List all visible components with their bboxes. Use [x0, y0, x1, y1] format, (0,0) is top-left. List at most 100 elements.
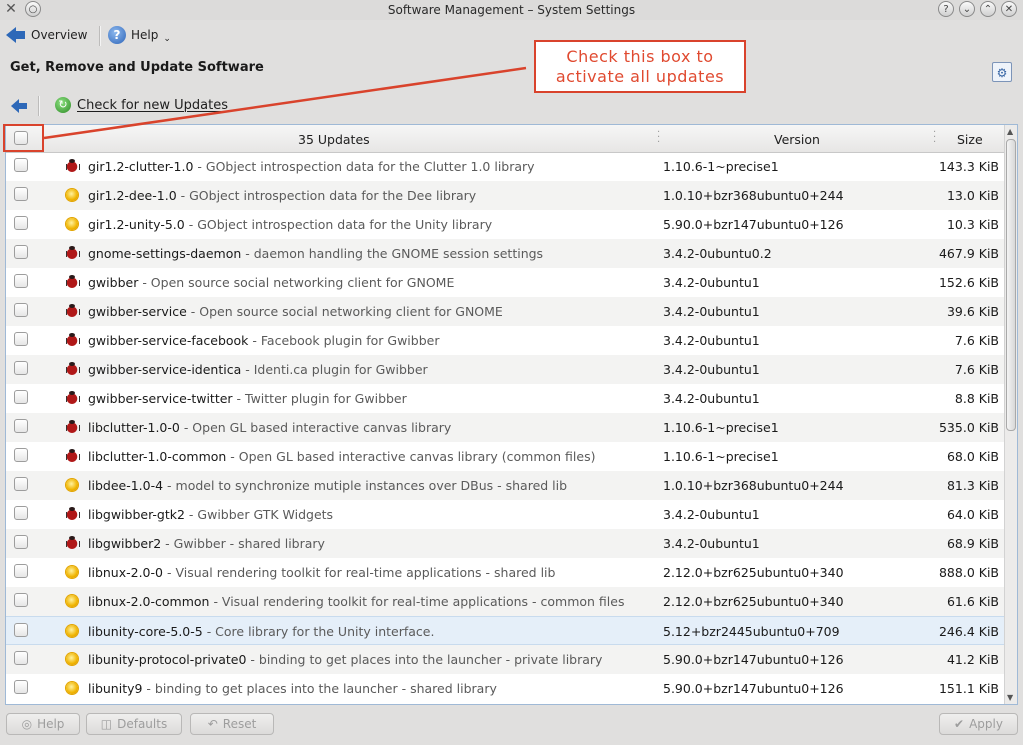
table-row[interactable]: gir1.2-unity-5.0 - GObject introspection… [6, 210, 1006, 239]
row-checkbox[interactable] [14, 303, 28, 317]
header-version[interactable]: Version [774, 132, 820, 147]
package-size: 467.9 KiB [938, 246, 999, 261]
package-size: 68.9 KiB [946, 536, 999, 551]
window-help-button[interactable]: ? [938, 1, 954, 17]
row-checkbox[interactable] [14, 506, 28, 520]
package-version: 1.10.6-1~precise1 [663, 420, 779, 435]
annotation-line-1: Check this box to [566, 47, 714, 66]
table-row[interactable]: gwibber-service-identica - Identi.ca plu… [6, 355, 1006, 384]
table-row[interactable]: libnux-2.0-common - Visual rendering too… [6, 587, 1006, 616]
row-checkbox[interactable] [14, 361, 28, 375]
table-row[interactable]: libnux-2.0-0 - Visual rendering toolkit … [6, 558, 1006, 587]
row-checkbox[interactable] [14, 680, 28, 694]
table-row[interactable]: gwibber - Open source social networking … [6, 268, 1006, 297]
row-checkbox[interactable] [14, 448, 28, 462]
package-name: gwibber-service [88, 304, 187, 319]
scroll-up-icon[interactable]: ▲ [1007, 127, 1013, 136]
help-menu-button[interactable]: ? Help ⌄ [108, 24, 171, 46]
row-checkbox[interactable] [14, 623, 28, 637]
table-row[interactable]: gir1.2-clutter-1.0 - GObject introspecti… [6, 152, 1006, 181]
package-size: 39.6 KiB [946, 304, 999, 319]
annotation-highlight-box [3, 124, 44, 152]
help-center-icon[interactable]: ⚙ [992, 62, 1012, 82]
header-updates-count[interactable]: 35 Updates [298, 132, 370, 147]
normal-update-icon [66, 682, 78, 694]
table-row[interactable]: libunity-protocol-private0 - binding to … [6, 645, 1006, 674]
reset-button[interactable]: ↶ Reset [190, 713, 274, 735]
window-close-button[interactable]: ✕ [1001, 1, 1017, 17]
package-description: - Open source social networking client f… [138, 275, 455, 290]
package-size: 7.6 KiB [954, 362, 999, 377]
normal-update-icon [66, 566, 78, 578]
window-minimize-button[interactable]: ⌄ [959, 1, 975, 17]
overview-button[interactable]: Overview [6, 24, 88, 46]
package-size: 152.6 KiB [938, 275, 999, 290]
package-name: libnux-2.0-common [88, 594, 210, 609]
table-row[interactable]: gir1.2-dee-1.0 - GObject introspection d… [6, 181, 1006, 210]
package-name: libnux-2.0-0 [88, 565, 163, 580]
package-size: 41.2 KiB [946, 652, 999, 667]
normal-update-icon [66, 189, 78, 201]
scroll-down-icon[interactable]: ▼ [1007, 693, 1013, 702]
row-checkbox[interactable] [14, 651, 28, 665]
table-row[interactable]: libdee-1.0-4 - model to synchronize muti… [6, 471, 1006, 500]
check-updates-label: Check for new Updates [77, 97, 228, 113]
row-checkbox[interactable] [14, 593, 28, 607]
row-checkbox[interactable] [14, 274, 28, 288]
bugfix-update-icon [65, 362, 80, 376]
row-checkbox[interactable] [14, 187, 28, 201]
table-row[interactable]: gwibber-service - Open source social net… [6, 297, 1006, 326]
normal-update-icon [66, 479, 78, 491]
row-checkbox[interactable] [14, 564, 28, 578]
row-checkbox[interactable] [14, 332, 28, 346]
package-cell: libnux-2.0-common - Visual rendering too… [88, 594, 624, 609]
package-version: 3.4.2-0ubuntu1 [663, 304, 760, 319]
row-checkbox[interactable] [14, 477, 28, 491]
column-resize-handle[interactable]: · · · [933, 128, 936, 148]
package-cell: libgwibber2 - Gwibber - shared library [88, 536, 325, 551]
package-size: 888.0 KiB [938, 565, 999, 580]
bugfix-update-icon [65, 391, 80, 405]
table-row[interactable]: libgwibber2 - Gwibber - shared library 3.… [6, 529, 1006, 558]
table-row[interactable]: gwibber-service-facebook - Facebook plug… [6, 326, 1006, 355]
table-row[interactable]: gwibber-service-twitter - Twitter plugin… [6, 384, 1006, 413]
table-row[interactable]: gnome-settings-daemon - daemon handling … [6, 239, 1006, 268]
column-resize-handle[interactable]: · · · [657, 128, 660, 148]
row-checkbox[interactable] [14, 390, 28, 404]
defaults-button[interactable]: ◫ Defaults [86, 713, 182, 735]
package-description: - Open GL based interactive canvas libra… [179, 420, 452, 435]
package-version: 2.12.0+bzr625ubuntu0+340 [663, 565, 844, 580]
package-cell: gnome-settings-daemon - daemon handling … [88, 246, 543, 261]
row-checkbox[interactable] [14, 535, 28, 549]
back-button[interactable] [11, 99, 27, 113]
row-checkbox[interactable] [14, 216, 28, 230]
updates-list: 35 Updates · · · Version · · · Size gir1.2-c… [5, 124, 1018, 705]
overview-label: Overview [31, 28, 88, 42]
package-description: - Open GL based interactive canvas libra… [226, 449, 596, 464]
apply-button[interactable]: ✔ Apply [939, 713, 1018, 735]
table-row[interactable]: libclutter-1.0-common - Open GL based in… [6, 442, 1006, 471]
package-cell: gwibber-service - Open source social net… [88, 304, 503, 319]
row-checkbox[interactable] [14, 419, 28, 433]
table-row[interactable]: libgwibber-gtk2 - Gwibber GTK Widgets 3.4… [6, 500, 1006, 529]
scrollbar-thumb[interactable] [1006, 139, 1016, 431]
window-controls: ? ⌄ ⌃ ✕ [938, 1, 1017, 17]
package-description: - Facebook plugin for Gwibber [248, 333, 440, 348]
table-row[interactable]: libunity9 - binding to get places into t… [6, 674, 1006, 703]
package-size: 143.3 KiB [938, 159, 999, 174]
header-size[interactable]: Size [957, 132, 983, 147]
table-row[interactable]: libunity-core-5.0-5 - Core library for t… [6, 616, 1006, 645]
vertical-scrollbar[interactable]: ▲ ▼ [1004, 125, 1017, 704]
package-size: 61.6 KiB [946, 594, 999, 609]
package-cell: gir1.2-clutter-1.0 - GObject introspecti… [88, 159, 535, 174]
check-updates-button[interactable]: ↻ Check for new Updates [55, 97, 228, 113]
row-checkbox[interactable] [14, 245, 28, 259]
help-button-icon: ◎ [21, 717, 33, 731]
package-cell: gwibber-service-identica - Identi.ca plu… [88, 362, 428, 377]
package-size: 10.3 KiB [946, 217, 999, 232]
row-checkbox[interactable] [14, 158, 28, 172]
table-row[interactable]: libclutter-1.0-0 - Open GL based interac… [6, 413, 1006, 442]
help-button[interactable]: ◎ Help [6, 713, 80, 735]
window-maximize-button[interactable]: ⌃ [980, 1, 996, 17]
package-version: 3.4.2-0ubuntu1 [663, 507, 760, 522]
